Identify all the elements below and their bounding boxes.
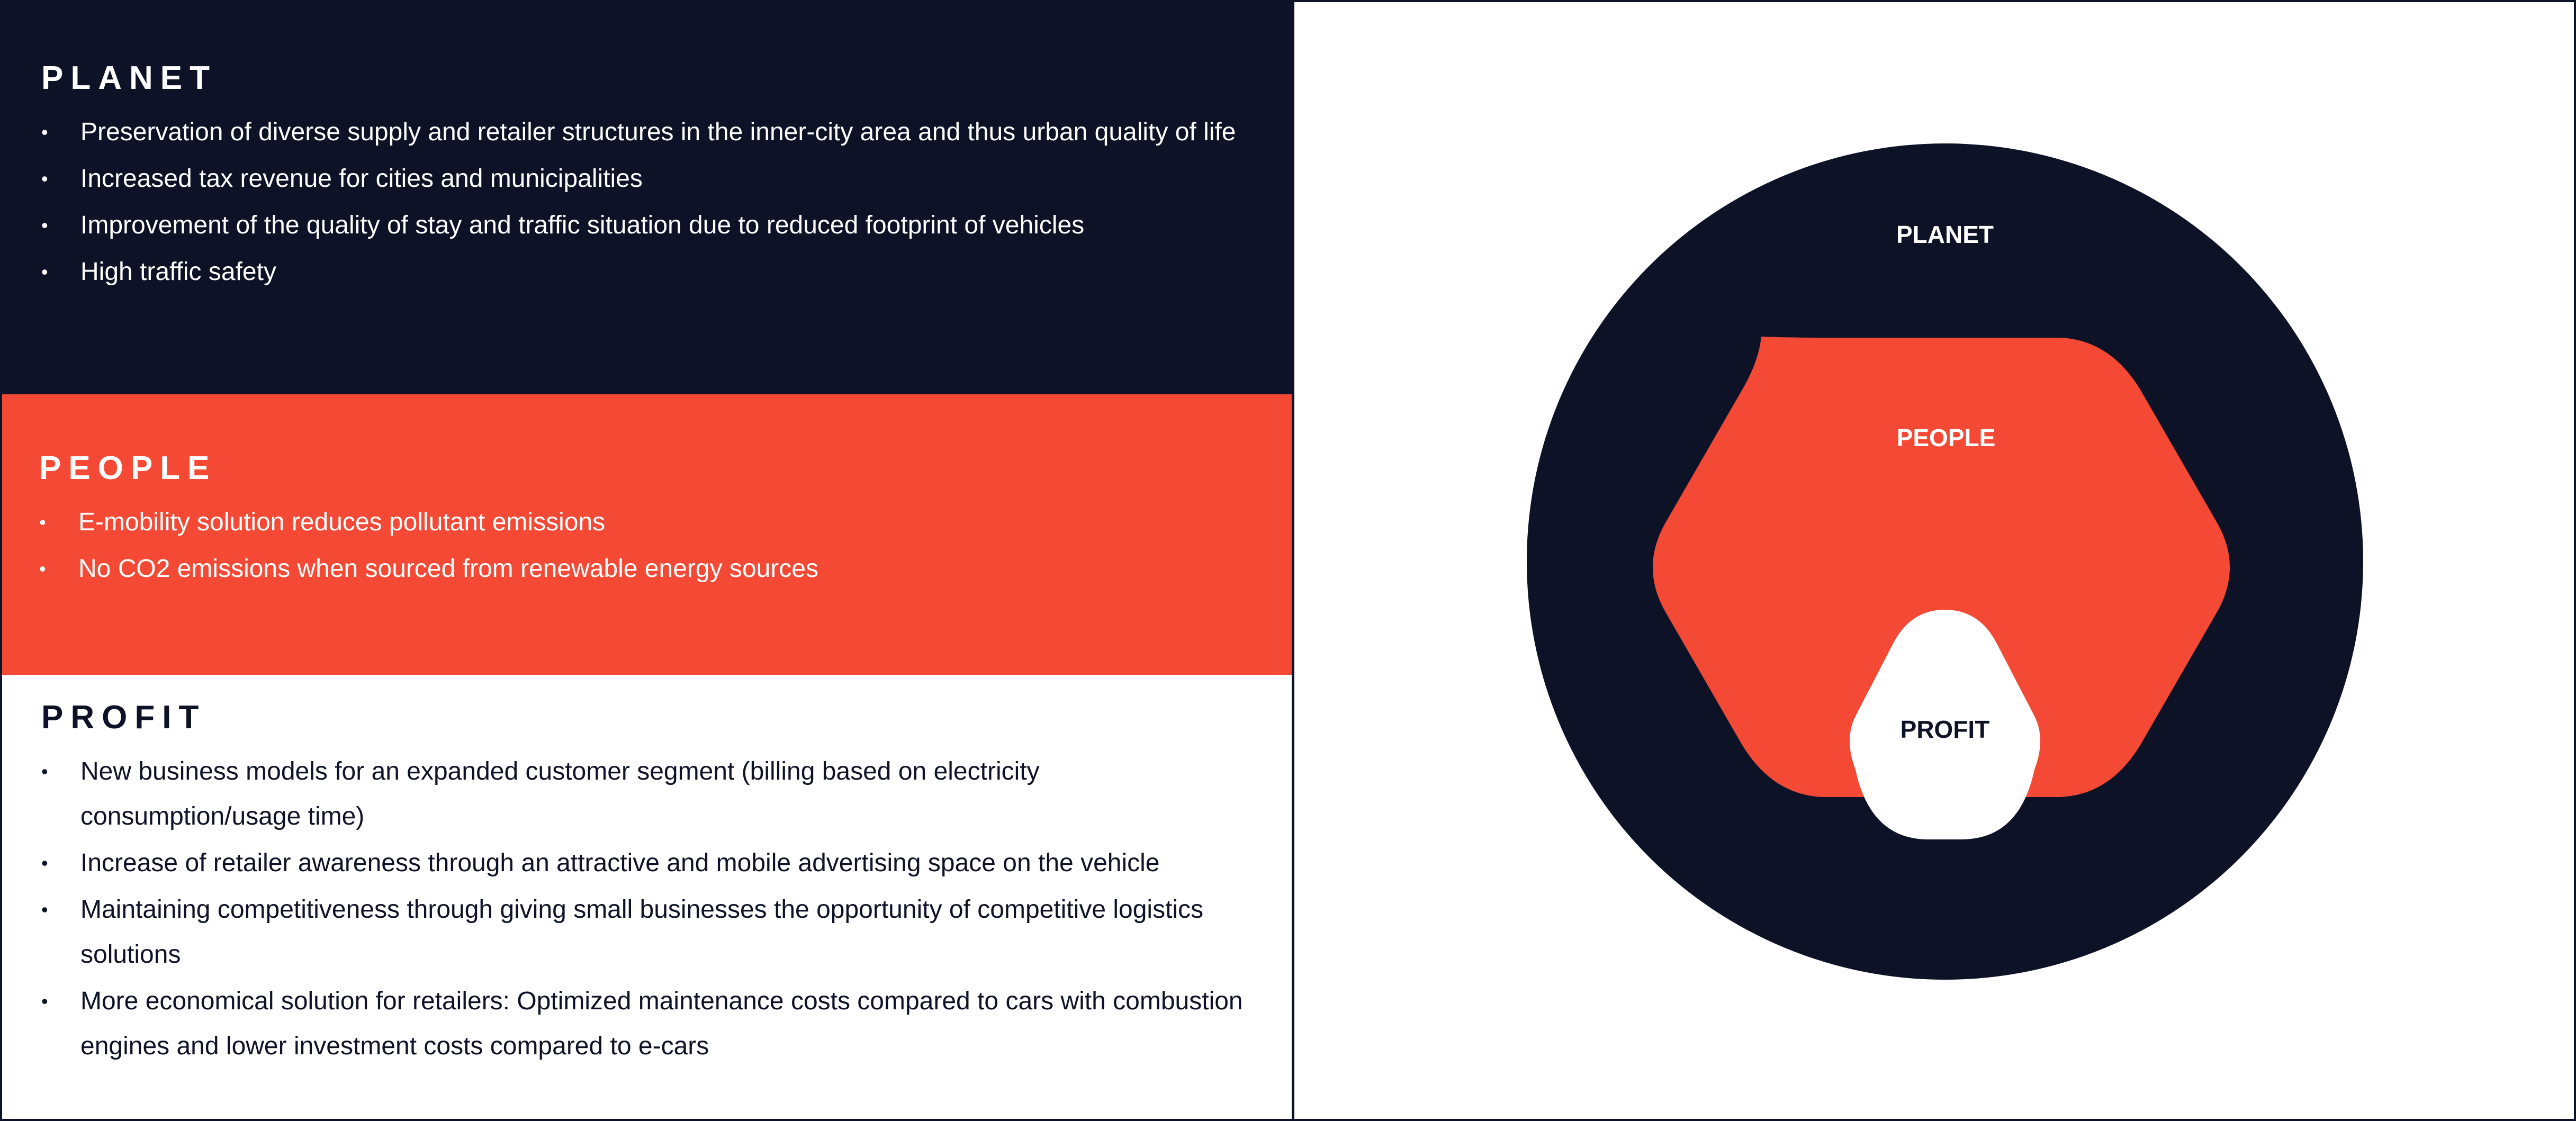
bullet-item: • No CO2 emissions when sourced from rene… [39,546,1246,591]
bullet-dot: • [41,261,48,283]
planet-shape-label: PLANET [1896,221,1994,248]
bullet-dot: • [41,899,48,920]
bullet-item: • Increased tax revenue for cities and mu… [41,156,1248,201]
planet-bullet-list: • Preservation of diverse supply and reta… [41,110,1248,296]
bullet-dot: • [41,990,48,1012]
bullet-item: • More economical solution for retailers:… [41,979,1248,1069]
bullet-dot: • [39,558,46,580]
nested-shapes-diagram: PLANET PEOPLE PROFIT [1527,143,2363,980]
people-panel: PEOPLE • E-mobility solution reduces poll… [2,394,1292,675]
bullet-dot: • [41,852,48,874]
bullet-item: • Maintaining competitiveness through giv… [41,887,1248,977]
people-heading: PEOPLE [39,450,217,486]
bullet-dot: • [41,761,48,782]
bullet-item: • E-mobility solution reduces pollutant e… [39,500,1246,545]
bullet-dot: • [41,168,48,189]
bullet-text: Increased tax revenue for cities and mun… [80,165,643,193]
bullet-text: Preservation of diverse supply and retai… [80,118,1236,146]
bullet-text: Maintaining competitiveness through givi… [80,896,1204,969]
bullet-dot: • [41,214,48,236]
bullet-text: Increase of retailer awareness through a… [80,849,1160,877]
profit-panel: PROFIT • New business models for an expan… [2,675,1292,1119]
people-shape-label: PEOPLE [1897,424,1996,451]
profit-heading: PROFIT [41,699,206,736]
bullet-text: No CO2 emissions when sourced from renew… [78,555,818,583]
bullet-dot: • [39,511,46,533]
planet-heading: PLANET [41,60,217,96]
text-column: PLANET • Preservation of diverse supply a… [2,2,1294,1119]
bullet-item: • New business models for an expanded cus… [41,749,1248,839]
bullet-item: • Preservation of diverse supply and reta… [41,110,1248,155]
bullet-item: • High traffic safety [41,249,1248,294]
bullet-text: E-mobility solution reduces pollutant em… [78,508,606,536]
planet-panel: PLANET • Preservation of diverse supply a… [2,2,1292,394]
slide: PLANET • Preservation of diverse supply a… [0,0,2576,1121]
bullet-text: New business models for an expanded cust… [80,757,1040,830]
bullet-dot: • [41,121,48,143]
bullet-text: High traffic safety [80,258,276,286]
diagram-area: PLANET PEOPLE PROFIT [1294,2,2574,1119]
people-bullet-list: • E-mobility solution reduces pollutant e… [39,500,1246,593]
bullet-text: More economical solution for retailers: … [80,987,1243,1060]
bullet-item: • Improvement of the quality of stay and … [41,203,1248,248]
profit-shape-label: PROFIT [1901,716,1990,743]
profit-bullet-list: • New business models for an expanded cus… [41,749,1248,1070]
bullet-text: Improvement of the quality of stay and t… [80,211,1085,239]
bullet-item: • Increase of retailer awareness through … [41,840,1248,885]
